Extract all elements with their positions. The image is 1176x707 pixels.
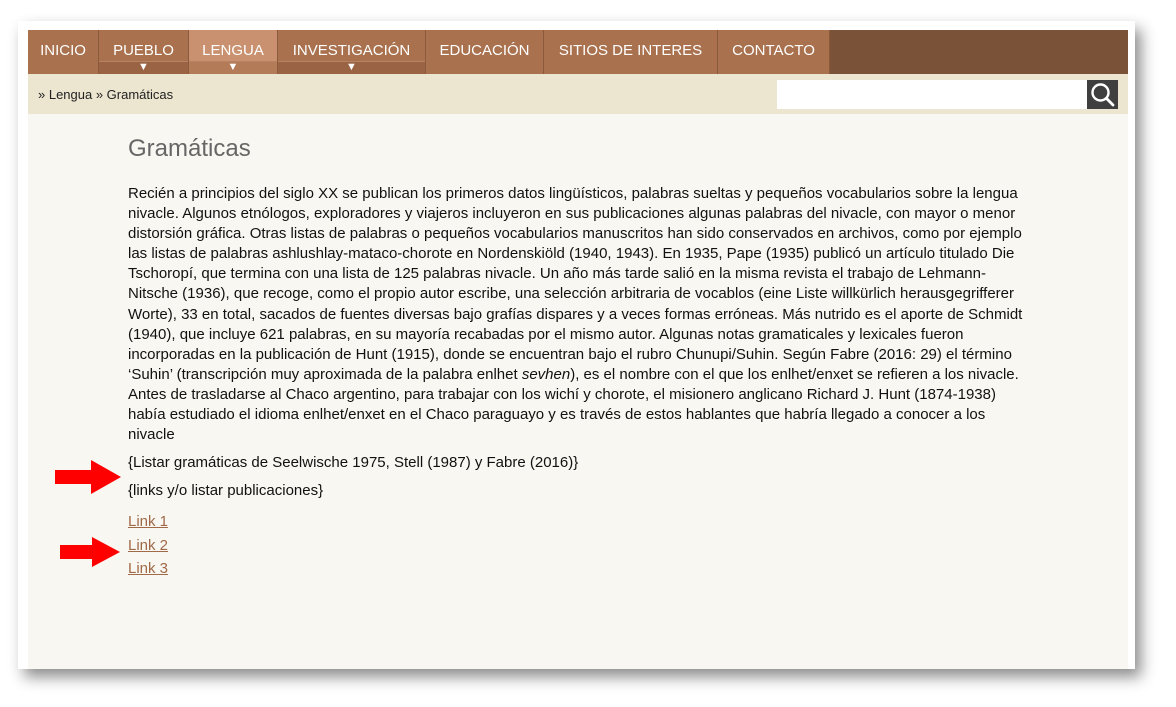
nav-item-investigacion[interactable]: INVESTIGACIÓN ▼ bbox=[278, 30, 426, 74]
intro-italic-term: sevhen bbox=[521, 365, 571, 383]
link-2[interactable]: Link 2 bbox=[128, 534, 1028, 558]
search-icon bbox=[1091, 83, 1115, 107]
breadcrumb-bar: » Lengua » Gramáticas bbox=[28, 74, 1128, 114]
right-arrow-icon bbox=[60, 537, 120, 567]
nav-item-label: CONTACTO bbox=[732, 42, 815, 59]
nav-item-contacto[interactable]: CONTACTO bbox=[718, 30, 830, 74]
main-navigation: INICIO PUEBLO ▼ LENGUA ▼ INVESTIGACIÓN ▼… bbox=[28, 30, 1128, 74]
nav-item-pueblo[interactable]: PUEBLO ▼ bbox=[99, 30, 189, 74]
nav-item-lengua[interactable]: LENGUA ▼ bbox=[189, 30, 278, 74]
page-title: Gramáticas bbox=[128, 135, 251, 162]
nav-item-label: INICIO bbox=[40, 42, 86, 59]
nav-item-sitios-de-interes[interactable]: SITIOS DE INTERES bbox=[544, 30, 718, 74]
web-page: INICIO PUEBLO ▼ LENGUA ▼ INVESTIGACIÓN ▼… bbox=[28, 30, 1128, 669]
search-input[interactable] bbox=[777, 80, 1087, 109]
links-list: Link 1 Link 2 Link 3 bbox=[128, 510, 1028, 581]
nav-item-educacion[interactable]: EDUCACIÓN bbox=[426, 30, 544, 74]
nav-item-label: PUEBLO bbox=[113, 42, 174, 59]
intro-paragraph: Recién a principios del siglo XX se publ… bbox=[128, 184, 1028, 445]
nav-item-label: EDUCACIÓN bbox=[439, 42, 530, 59]
link-3[interactable]: Link 3 bbox=[128, 557, 1028, 581]
links-placeholder-text: {links y/o listar publicaciones} bbox=[128, 482, 324, 500]
breadcrumb[interactable]: » Lengua » Gramáticas bbox=[38, 87, 173, 102]
dropdown-arrow-icon[interactable]: ▼ bbox=[189, 61, 277, 74]
screenshot-frame: INICIO PUEBLO ▼ LENGUA ▼ INVESTIGACIÓN ▼… bbox=[18, 21, 1135, 669]
intro-text: Recién a principios del siglo XX se publ… bbox=[128, 185, 1023, 383]
grammars-placeholder-text: {Listar gramáticas de Seelwische 1975, S… bbox=[128, 454, 579, 472]
search-button[interactable] bbox=[1087, 80, 1118, 109]
nav-item-label: SITIOS DE INTERES bbox=[558, 42, 703, 59]
nav-item-label: INVESTIGACIÓN bbox=[292, 42, 411, 59]
dropdown-arrow-icon[interactable]: ▼ bbox=[278, 61, 425, 74]
nav-item-inicio[interactable]: INICIO bbox=[28, 30, 99, 74]
link-1[interactable]: Link 1 bbox=[128, 510, 1028, 534]
right-arrow-icon bbox=[55, 460, 121, 494]
main-content: Gramáticas Recién a principios del siglo… bbox=[128, 134, 1028, 581]
dropdown-arrow-icon[interactable]: ▼ bbox=[99, 61, 188, 74]
nav-item-label: LENGUA bbox=[202, 42, 264, 59]
